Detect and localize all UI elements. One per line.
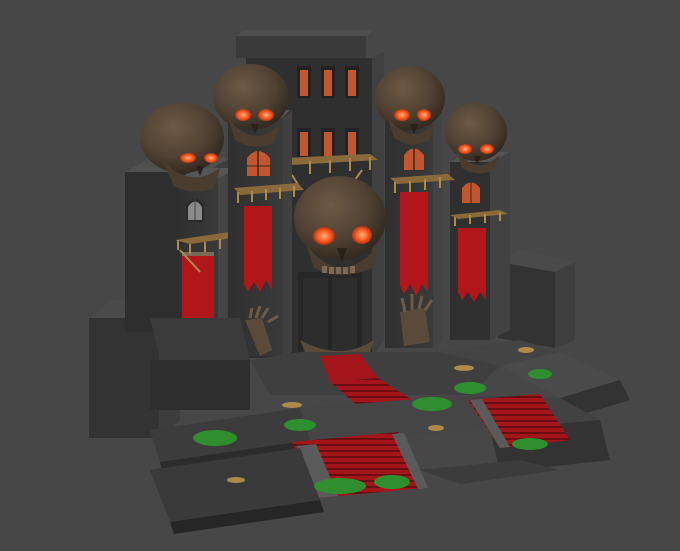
gothic-skull-castle-render: [0, 0, 680, 551]
red-banner-right-inner: [400, 192, 428, 296]
skull-teeth: [322, 266, 355, 274]
windows-upper-row: [297, 66, 359, 98]
windows-middle-row: [297, 128, 359, 158]
red-banner-outer-right: [458, 228, 486, 302]
window-left-mid: [186, 198, 204, 222]
red-banner-left-inner: [244, 206, 272, 292]
central-door: [298, 272, 362, 354]
render-canvas: [89, 30, 630, 534]
outer-right-tower: [450, 152, 510, 340]
